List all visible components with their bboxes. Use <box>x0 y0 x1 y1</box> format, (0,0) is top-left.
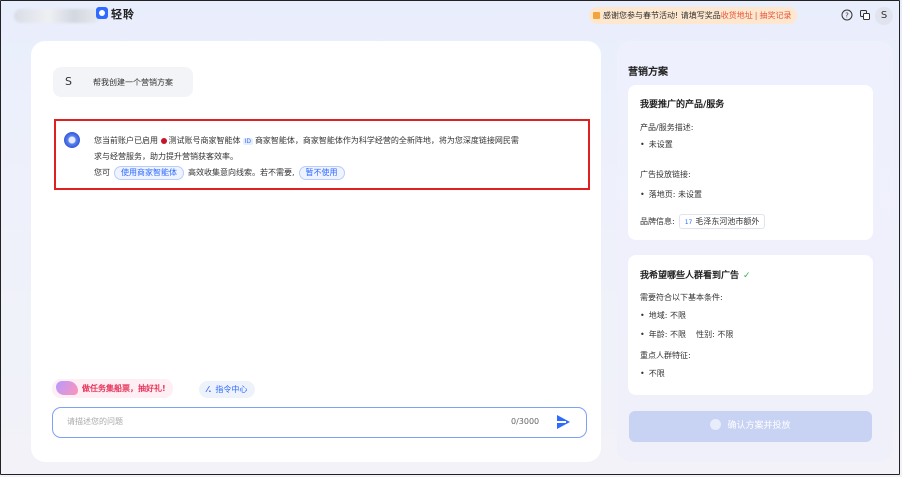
product-card: 我要推广的产品/服务 产品/服务描述: 未设置 广告投放链接: 落地页: 未设置… <box>628 85 873 240</box>
skip-agent-button[interactable]: 暂不使用 <box>298 166 345 180</box>
chat-input[interactable] <box>65 416 449 427</box>
key-value: 不限 <box>640 368 665 379</box>
bot-line-1: 您当前账户已启用 测试账号商家智能体 ID 商家智能体，商家智能体作为科学经营的全新… <box>94 135 519 146</box>
check-icon: ✓ <box>743 271 751 281</box>
promo-label: 做任务集船票，抽好礼! <box>82 384 166 393</box>
bot-text-1a: 您当前账户已启用 <box>94 136 158 145</box>
use-agent-button[interactable]: 使用商家智能体 <box>114 166 184 180</box>
brand-row: 品牌信息: 17 毛泽东河池市额外 <box>640 214 766 229</box>
brand-tag: 17 毛泽东河池市额外 <box>678 214 766 229</box>
logo-icon <box>96 7 108 19</box>
ship-ticket-icon <box>56 381 78 395</box>
desc-label: 产品/服务描述: <box>640 123 694 132</box>
activity-notice: 感谢您参与春节活动! 请填写奖品收货地址 | 抽奖记录 <box>589 7 798 24</box>
notice-text: 感谢您参与春节活动! 请填写奖品 <box>603 11 721 20</box>
bot-text-1b: 商家智能体，商家智能体作为科学经营的全新阵地，将为您深度链接网民需 <box>254 136 519 145</box>
product-card-title: 我要推广的产品/服务 <box>640 100 725 110</box>
brand-label: 品牌信息: <box>640 217 675 226</box>
user-avatar: S <box>65 75 72 88</box>
help-icon[interactable]: ? <box>841 9 853 21</box>
bot-line-3: 您可 使用商家智能体 高效收集意向线索。若不需要, 暂不使用 <box>94 166 349 180</box>
top-bar: 轻聆 感谢您参与春节活动! 请填写奖品收货地址 | 抽奖记录 ? S <box>0 0 902 32</box>
translate-icon[interactable] <box>859 9 871 21</box>
bot-text-3b: 高效收集意向线索。若不需要, <box>188 168 295 177</box>
basic-label: 需要符合以下基本条件: <box>640 293 723 302</box>
confirm-plan-button[interactable]: 确认方案并投放 <box>629 411 872 442</box>
link-label: 广告投放链接: <box>640 170 691 179</box>
char-counter: 0/3000 <box>511 417 540 426</box>
brand-num: 17 <box>684 219 693 226</box>
user-avatar-top[interactable]: S <box>875 7 893 25</box>
bot-text-3a: 您可 <box>94 168 110 177</box>
gift-icon <box>593 12 600 19</box>
bot-line-2: 求与经营服务，助力提升营销获客效率。 <box>94 152 238 161</box>
agent-dot-icon <box>160 137 167 144</box>
user-message-bubble: S 帮我创建一个营销方案 <box>53 67 193 97</box>
key-label: 重点人群特征: <box>640 351 691 360</box>
command-icon: ⁄. <box>207 385 212 394</box>
bot-message-highlighted: 您当前账户已启用 测试账号商家智能体 ID 商家智能体，商家智能体作为科学经营的全新… <box>54 119 590 190</box>
task-promo-button[interactable]: 做任务集船票，抽好礼! <box>52 379 173 398</box>
send-icon[interactable] <box>557 415 570 429</box>
agent-id-tag: ID <box>242 138 253 145</box>
region-value: 地域: 不限 <box>640 310 686 321</box>
bot-avatar-icon <box>64 132 80 148</box>
shipping-address-link[interactable]: 收货地址 <box>721 11 753 20</box>
notice-separator: | <box>754 11 758 20</box>
confirm-label: 确认方案并投放 <box>727 421 791 431</box>
audience-card: 我希望哪些人群看到广告✓ 需要符合以下基本条件: 地域: 不限 年龄: 不限 性… <box>628 255 873 395</box>
command-center-button[interactable]: ⁄. 指令中心 <box>199 381 256 398</box>
plan-title: 营销方案 <box>628 67 668 78</box>
age-gender-value: 年龄: 不限 性别: 不限 <box>640 329 734 340</box>
svg-text:?: ? <box>845 12 849 20</box>
lottery-record-link[interactable]: 抽奖记录 <box>759 11 791 20</box>
desc-value: 未设置 <box>640 139 673 150</box>
brand-value: 毛泽东河池市额外 <box>695 217 760 226</box>
audience-title-text: 我希望哪些人群看到广告 <box>640 271 740 281</box>
blurred-logo <box>14 9 100 23</box>
command-label: 指令中心 <box>215 385 248 394</box>
audience-card-title: 我希望哪些人群看到广告 ✓ <box>640 268 751 281</box>
confirm-icon <box>710 419 722 430</box>
logo-text: 轻聆 <box>111 8 135 21</box>
agent-name: 测试账号商家智能体 <box>168 136 241 145</box>
chat-input-box[interactable]: 0/3000 <box>52 407 587 438</box>
chat-panel <box>31 41 601 462</box>
link-value: 落地页: 未设置 <box>640 189 702 200</box>
user-message-text: 帮我创建一个营销方案 <box>93 78 173 87</box>
